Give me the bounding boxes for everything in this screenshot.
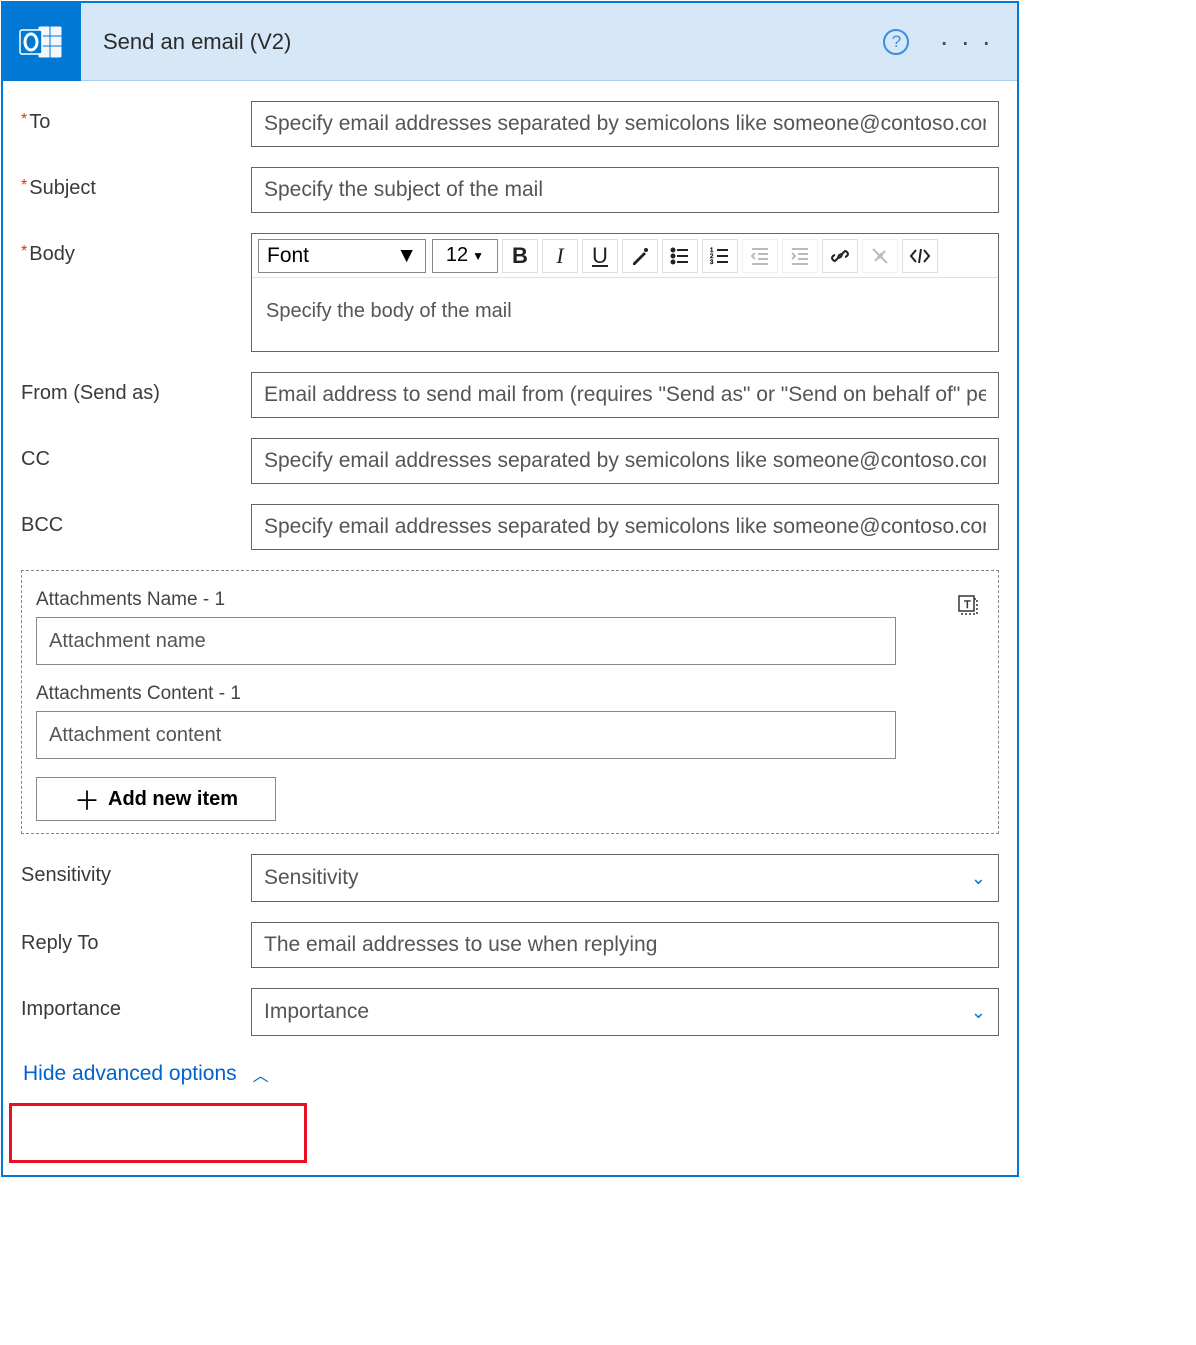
chevron-down-icon: ⌄ — [971, 868, 986, 889]
to-input[interactable] — [251, 101, 999, 147]
bcc-label: BCC — [21, 504, 251, 537]
outlook-icon — [3, 3, 81, 81]
from-input[interactable] — [251, 372, 999, 418]
subject-input[interactable] — [251, 167, 999, 213]
hide-advanced-options-link[interactable]: Hide advanced options ︿ — [21, 1056, 999, 1092]
bcc-input[interactable] — [251, 504, 999, 550]
action-card: Send an email (V2) ? · · · To Subject Bo… — [1, 1, 1019, 1177]
bold-button[interactable]: B — [502, 239, 538, 273]
numbered-list-button[interactable]: 123 — [702, 239, 738, 273]
underline-button[interactable]: U — [582, 239, 618, 273]
sensitivity-label: Sensitivity — [21, 854, 251, 887]
cc-input[interactable] — [251, 438, 999, 484]
body-input[interactable]: Specify the body of the mail — [252, 278, 998, 351]
array-mode-icon[interactable]: T — [956, 593, 984, 621]
subject-label: Subject — [21, 167, 251, 200]
to-label: To — [21, 101, 251, 134]
attachment-name-input[interactable] — [36, 617, 896, 665]
from-label: From (Send as) — [21, 372, 251, 405]
card-title: Send an email (V2) — [103, 29, 883, 55]
editor-toolbar: Font▼ 12▼ B I U 123 — [252, 234, 998, 278]
indent-button[interactable] — [782, 239, 818, 273]
unlink-button[interactable] — [862, 239, 898, 273]
help-icon[interactable]: ? — [883, 29, 909, 55]
link-button[interactable] — [822, 239, 858, 273]
highlight-annotation — [9, 1103, 307, 1163]
chevron-down-icon: ⌄ — [971, 1002, 986, 1023]
body-label: Body — [21, 233, 251, 266]
svg-text:3: 3 — [710, 260, 714, 266]
importance-label: Importance — [21, 988, 251, 1021]
chevron-up-icon: ︿ — [253, 1062, 269, 1086]
replyto-label: Reply To — [21, 922, 251, 955]
attachments-section: T Attachments Name - 1 Attachments Conte… — [21, 570, 999, 834]
add-item-label: Add new item — [108, 788, 238, 811]
bullet-list-button[interactable] — [662, 239, 698, 273]
italic-button[interactable]: I — [542, 239, 578, 273]
font-picker[interactable]: Font▼ — [258, 239, 426, 273]
cc-label: CC — [21, 438, 251, 471]
sensitivity-select[interactable]: Sensitivity ⌄ — [251, 854, 999, 902]
code-view-button[interactable] — [902, 239, 938, 273]
more-menu-icon[interactable]: · · · — [939, 26, 993, 58]
plus-icon: ＋ — [74, 781, 100, 818]
replyto-input[interactable] — [251, 922, 999, 968]
attachment-content-label: Attachments Content - 1 — [36, 683, 984, 705]
add-new-item-button[interactable]: ＋ Add new item — [36, 777, 276, 821]
card-header: Send an email (V2) ? · · · — [3, 3, 1017, 81]
attachment-content-input[interactable] — [36, 711, 896, 759]
card-body: To Subject Body Font▼ 12▼ B I U — [3, 81, 1017, 1175]
attachment-name-label: Attachments Name - 1 — [36, 589, 984, 611]
importance-select[interactable]: Importance ⌄ — [251, 988, 999, 1036]
body-editor: Font▼ 12▼ B I U 123 — [251, 233, 999, 352]
color-picker-button[interactable] — [622, 239, 658, 273]
font-size-picker[interactable]: 12▼ — [432, 239, 498, 273]
outdent-button[interactable] — [742, 239, 778, 273]
svg-text:T: T — [964, 599, 971, 611]
